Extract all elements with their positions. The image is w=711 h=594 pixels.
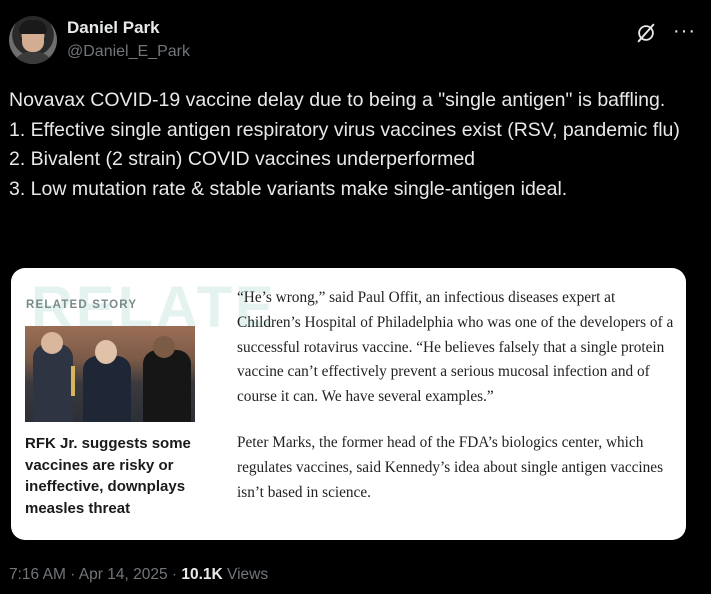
related-story-headline: RFK Jr. suggests some vaccines are risky…: [25, 435, 191, 517]
views-label: Views: [222, 566, 269, 583]
tweet-text: Novavax COVID-19 vaccine delay due to be…: [9, 89, 680, 200]
tweet-meta: 7:16 AM · Apr 14, 2025 · 10.1K Views: [9, 566, 268, 584]
meta-separator: ·: [167, 566, 182, 583]
author-handle[interactable]: @Daniel_E_Park: [67, 43, 190, 61]
avatar[interactable]: [9, 16, 57, 64]
grok-icon[interactable]: [635, 22, 657, 44]
related-story-label: RELATED STORY: [26, 299, 138, 311]
article-excerpt: “He’s wrong,” said Paul Offit, an infect…: [237, 286, 677, 526]
post-date[interactable]: Apr 14, 2025: [79, 566, 168, 583]
meta-separator: ·: [65, 566, 79, 583]
post-time[interactable]: 7:16 AM: [9, 566, 66, 583]
views-count: 10.1K: [181, 566, 223, 583]
more-icon[interactable]: ···: [673, 20, 696, 43]
excerpt-paragraph: Peter Marks, the former head of the FDA’…: [237, 433, 664, 501]
attached-image-card[interactable]: RELATE RELATED STORY RFK Jr. suggests so…: [11, 268, 686, 540]
tweet-header: Daniel Park @Daniel_E_Park ···: [9, 14, 711, 66]
excerpt-paragraph: “He’s wrong,” said Paul Offit, an infect…: [237, 289, 674, 406]
author-name[interactable]: Daniel Park: [67, 18, 160, 38]
related-story-image: [25, 326, 195, 422]
